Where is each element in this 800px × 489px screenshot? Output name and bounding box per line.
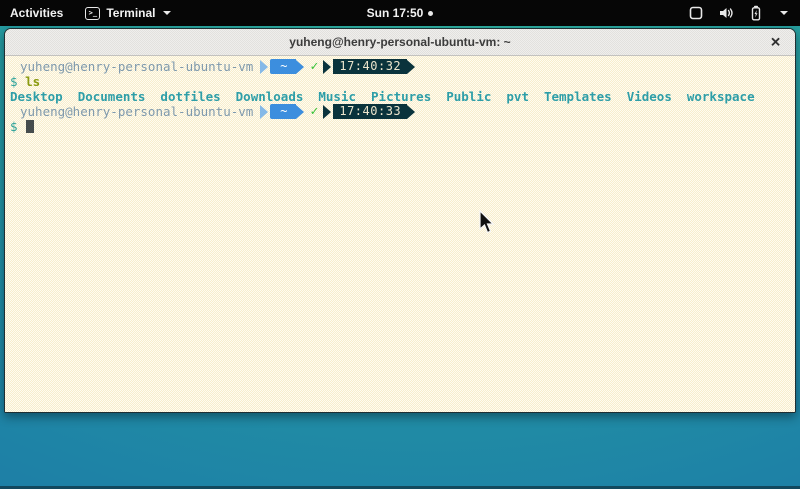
directory-name: Templates: [544, 89, 612, 104]
prompt-line: yuheng@henry-personal-ubuntu-vm ~ ✓ 17:4…: [10, 59, 795, 74]
prompt-char: $: [10, 74, 18, 89]
powerline-chevron-icon: [260, 105, 268, 119]
status-check-icon: ✓: [304, 104, 324, 119]
powerline-arrow-icon: [407, 105, 415, 119]
chevron-down-icon: [163, 11, 171, 15]
terminal-window: yuheng@henry-personal-ubuntu-vm: ~ ✕ yuh…: [4, 28, 796, 413]
prompt-user: yuheng@henry-personal-ubuntu-vm: [20, 104, 253, 119]
terminal-cursor: [26, 120, 34, 133]
directory-name: pvt: [506, 89, 529, 104]
powerline-chevron-icon: [323, 105, 331, 119]
directory-name: workspace: [687, 89, 755, 104]
window-title: yuheng@henry-personal-ubuntu-vm: ~: [289, 35, 510, 49]
powerline-arrow-icon: [296, 105, 304, 119]
time-segment: 17:40:32: [333, 59, 407, 74]
command-text: ls: [25, 74, 40, 89]
powerline-segments: ~ ✓ 17:40:33: [260, 104, 415, 119]
notification-dot-icon: [428, 11, 433, 16]
time-segment: 17:40:33: [333, 104, 407, 119]
window-titlebar[interactable]: yuheng@henry-personal-ubuntu-vm: ~ ✕: [5, 29, 795, 56]
clock-label[interactable]: Sun 17:50: [367, 6, 424, 20]
directory-name: Downloads: [236, 89, 304, 104]
cwd-segment: ~: [270, 59, 295, 74]
close-icon[interactable]: ✕: [770, 36, 781, 49]
directory-name: Documents: [78, 89, 146, 104]
ls-output-line: Desktop Documents dotfiles Downloads Music Pi…: [10, 89, 795, 104]
directory-name: dotfiles: [160, 89, 220, 104]
directory-name: Desktop: [10, 89, 63, 104]
app-menu[interactable]: >_ Terminal: [75, 0, 181, 26]
command-line: $ ls: [10, 74, 795, 89]
powerline-segments: ~ ✓ 17:40:32: [260, 59, 415, 74]
terminal-app-icon-glyph: >_: [89, 10, 97, 17]
volume-icon: [718, 5, 734, 21]
input-line[interactable]: $: [10, 119, 795, 134]
powerline-arrow-icon: [407, 60, 415, 74]
app-menu-label: Terminal: [106, 6, 155, 20]
terminal-content[interactable]: yuheng@henry-personal-ubuntu-vm ~ ✓ 17:4…: [5, 56, 795, 413]
prompt-char: $: [10, 119, 18, 134]
directory-name: Music: [318, 89, 356, 104]
directory-name: Public: [446, 89, 491, 104]
top-bar: Activities >_ Terminal Sun 17:50: [0, 0, 800, 26]
powerline-chevron-icon: [260, 60, 268, 74]
terminal-app-icon: >_: [85, 7, 100, 20]
prompt-line: yuheng@henry-personal-ubuntu-vm ~ ✓ 17:4…: [10, 104, 795, 119]
activities-button[interactable]: Activities: [0, 0, 75, 26]
powerline-arrow-icon: [296, 60, 304, 74]
desktop-background: yuheng@henry-personal-ubuntu-vm: ~ ✕ yuh…: [0, 26, 800, 489]
battery-charging-icon: [748, 5, 764, 21]
prompt-user: yuheng@henry-personal-ubuntu-vm: [20, 59, 253, 74]
directory-name: Pictures: [371, 89, 431, 104]
top-bar-left: Activities >_ Terminal: [0, 0, 181, 26]
screen: Activities >_ Terminal Sun 17:50: [0, 0, 800, 489]
system-tray[interactable]: [678, 0, 800, 26]
cwd-segment: ~: [270, 104, 295, 119]
screen-icon: [688, 5, 704, 21]
powerline-chevron-icon: [323, 60, 331, 74]
directory-name: Videos: [627, 89, 672, 104]
chevron-down-icon: [780, 11, 788, 15]
status-check-icon: ✓: [304, 59, 324, 74]
